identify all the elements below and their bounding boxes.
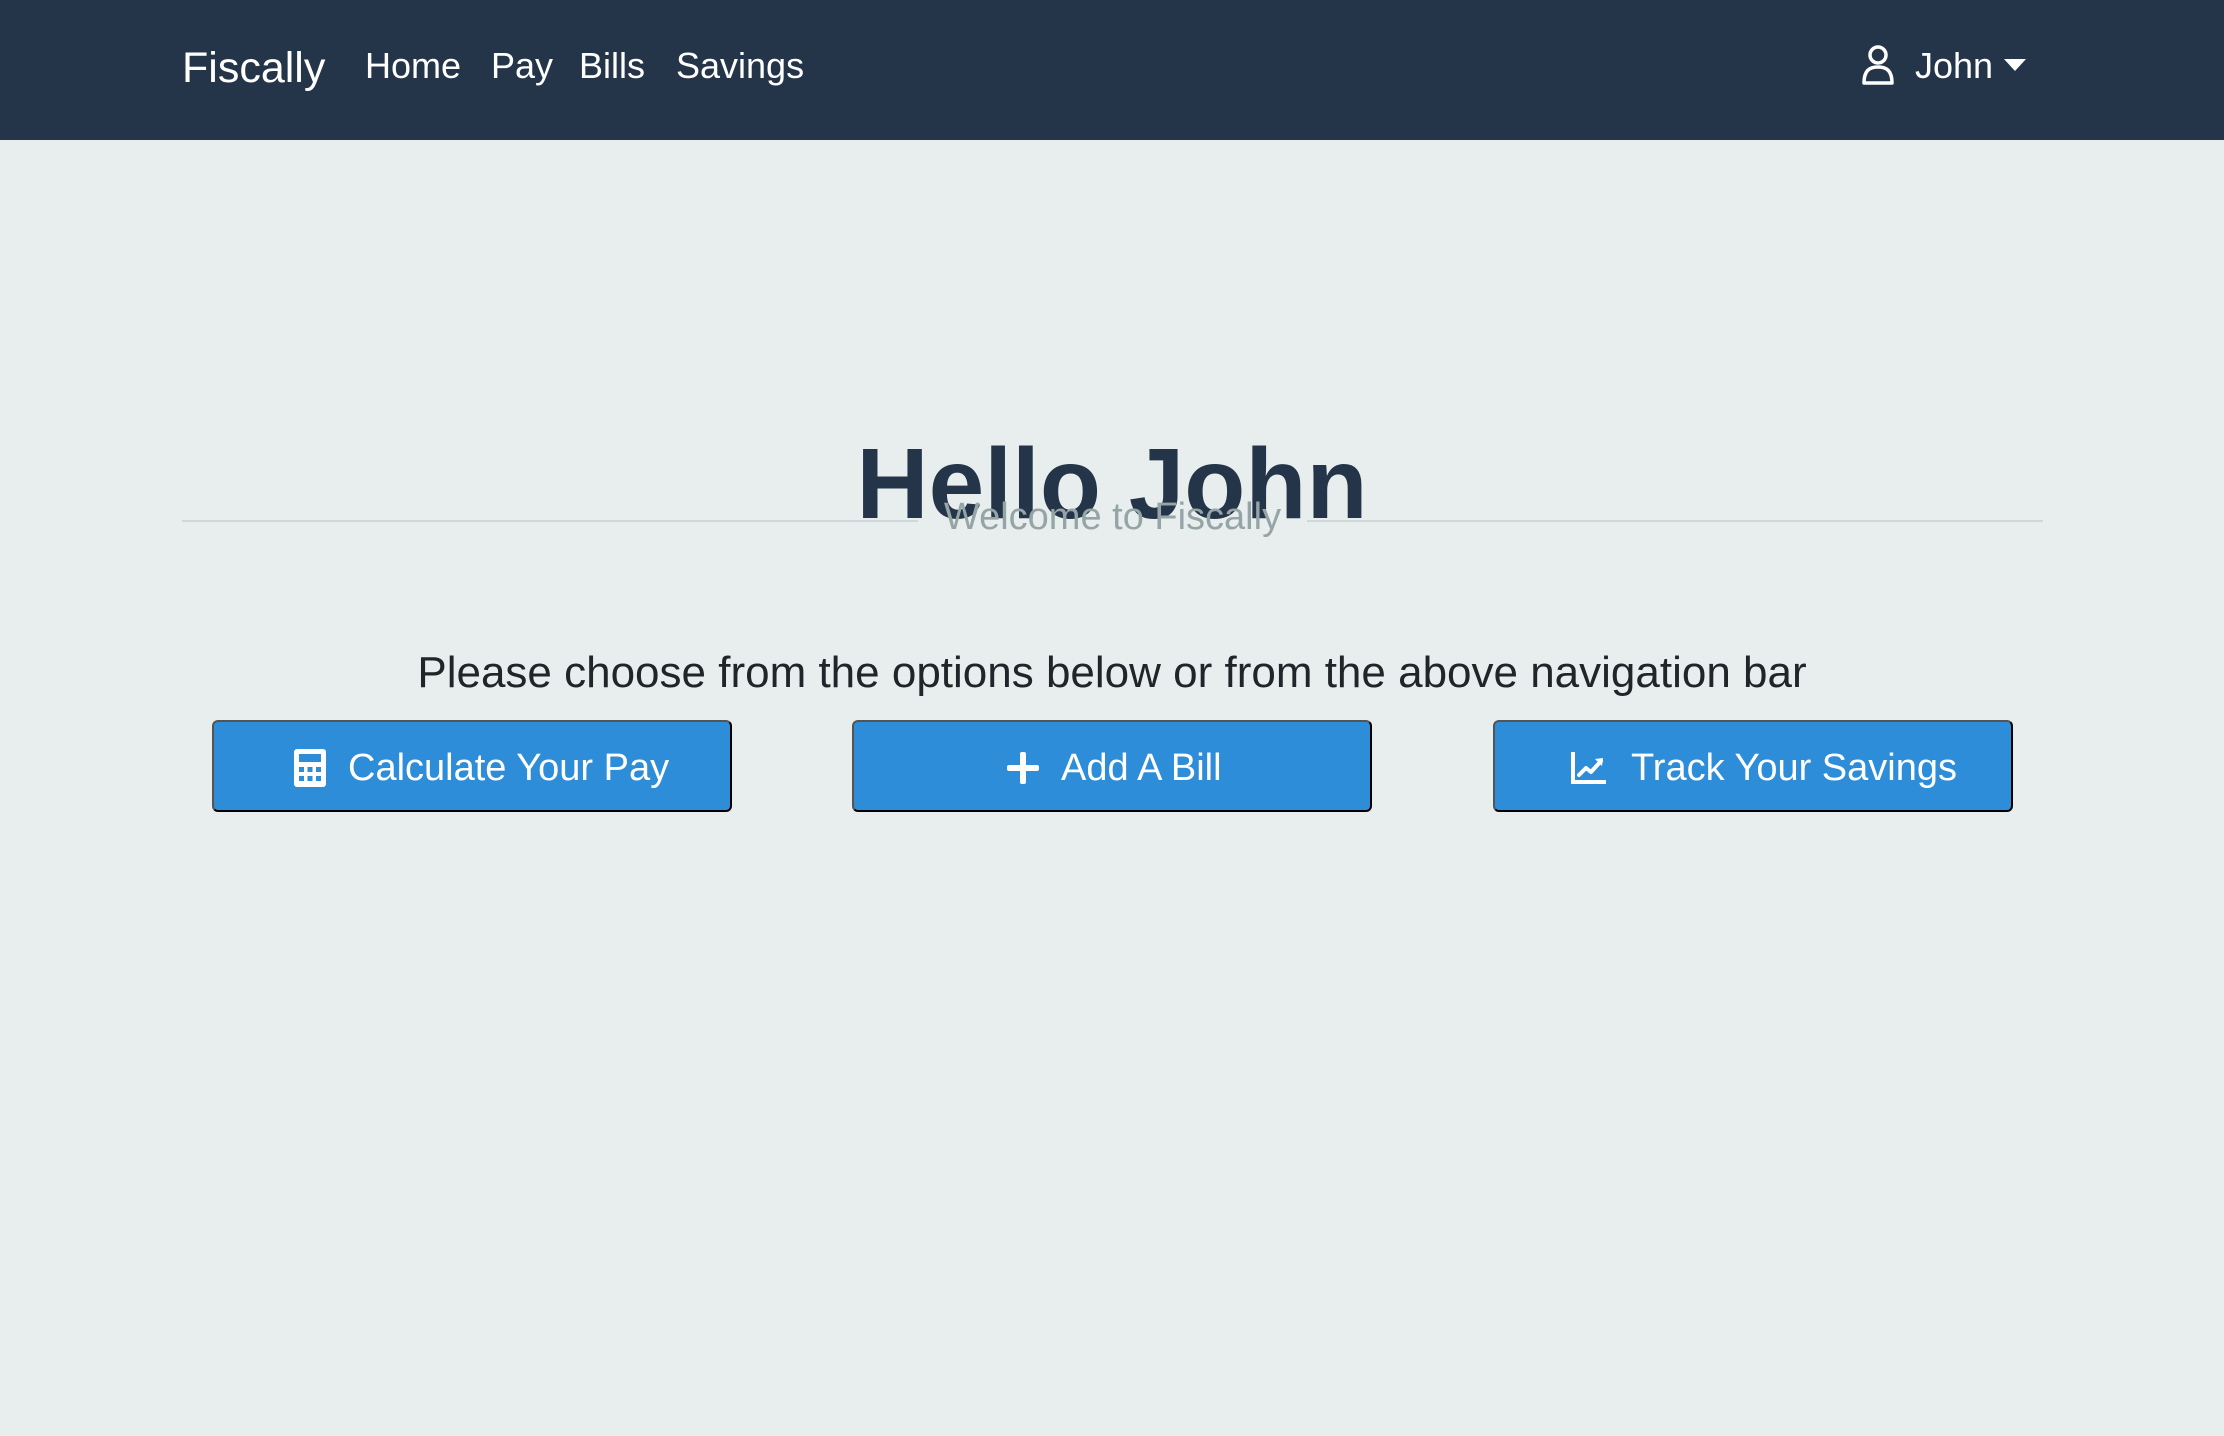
instructions-text: Please choose from the options below or … (417, 648, 1807, 697)
calculate-pay-button[interactable]: Calculate Your Pay (212, 720, 732, 812)
nav-link-home[interactable]: Home (365, 41, 461, 91)
subtitle-divider-right (1307, 520, 2043, 522)
welcome-subtitle: Welcome to Fiscally (943, 496, 1282, 538)
nav-link-pay[interactable]: Pay (491, 41, 553, 91)
subtitle-divider-left (182, 520, 918, 522)
add-bill-label: Add A Bill (1061, 747, 1222, 789)
nav-link-savings[interactable]: Savings (676, 41, 804, 91)
add-bill-button[interactable]: Add A Bill (852, 720, 1372, 812)
chart-line-icon (1571, 752, 1606, 784)
nav-link-bills[interactable]: Bills (579, 41, 645, 91)
top-navbar: Fiscally Home Pay Bills Savings John (0, 0, 2224, 140)
user-icon (1862, 45, 1894, 85)
track-savings-button[interactable]: Track Your Savings (1493, 720, 2013, 812)
user-name: John (1915, 45, 1994, 86)
brand-logo[interactable]: Fiscally (182, 42, 325, 94)
user-dropdown[interactable]: John (1860, 40, 2030, 92)
track-savings-label: Track Your Savings (1631, 747, 1957, 789)
plus-icon (1007, 752, 1039, 784)
caret-down-icon (2004, 59, 2026, 71)
calculate-pay-label: Calculate Your Pay (348, 747, 670, 789)
calculator-icon (294, 749, 326, 787)
